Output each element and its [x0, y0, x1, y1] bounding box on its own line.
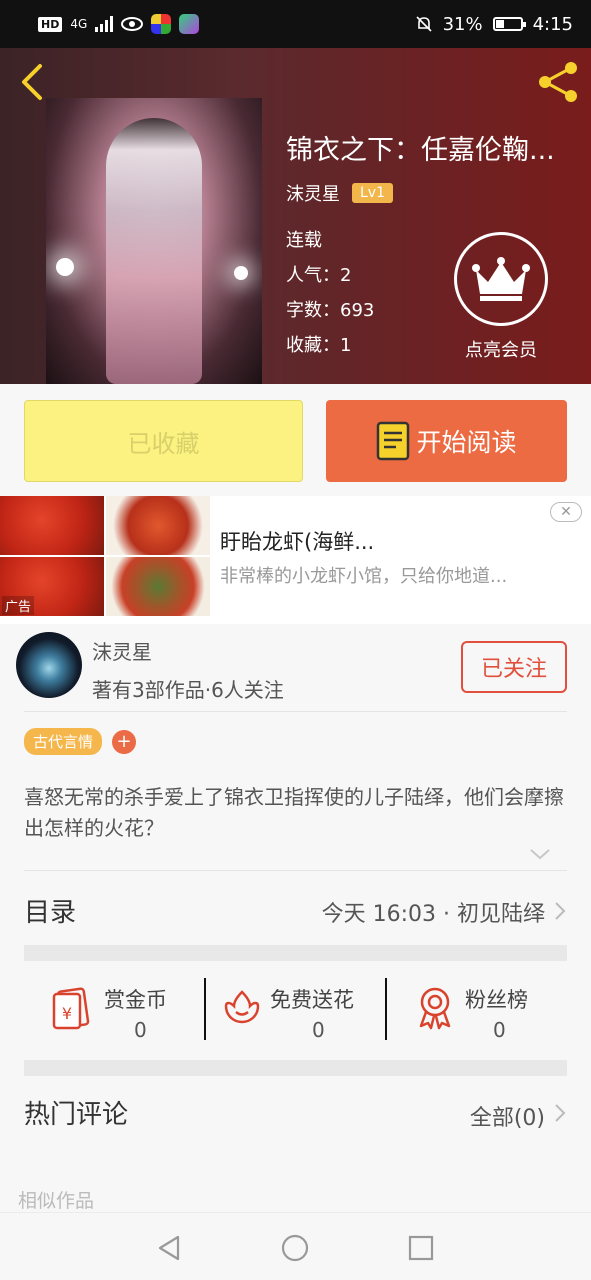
latest-chapter: 今天 16:03 · 初见陆绎 [321, 902, 545, 927]
vip-label: 点亮会员 [465, 340, 537, 361]
ad-close-button[interactable]: ✕ [550, 502, 582, 522]
fans-label: 粉丝榜 [465, 988, 528, 1012]
word-count: 字数：693 [286, 300, 375, 321]
battery-percent: 31% [442, 13, 483, 35]
book-author[interactable]: 沫灵星 [286, 180, 340, 206]
battery-level [495, 20, 504, 28]
mute-bell-icon [415, 16, 432, 32]
hd-indicator: HD [38, 16, 63, 32]
status-bar: HD 4G 31% 4:15 [0, 0, 591, 48]
fans-value: 0 [493, 1018, 506, 1042]
section-separator [24, 945, 567, 961]
favorites-count: 收藏：1 [286, 335, 352, 356]
all-comments-link[interactable]: 全部(0) [470, 1100, 545, 1132]
divider [24, 711, 567, 712]
fan-ranking-button[interactable]: 粉丝榜 0 [387, 968, 567, 1056]
popularity-count: 人气：2 [286, 265, 352, 286]
share-icon[interactable] [535, 60, 583, 104]
synopsis-text: 喜怒无常的杀手爱上了锦衣卫指挥使的儿子陆绎，他们会摩擦出怎样的火花？ [24, 785, 564, 840]
reward-coins-button[interactable]: ¥ 赏金币 0 [24, 968, 204, 1056]
book-detail-screen: HD 4G 31% 4:15 锦衣之下：任嘉伦鞠... 沫灵星 Lv1 连载 人… [0, 0, 591, 1280]
interaction-stats: ¥ 赏金币 0 免费送花 0 粉丝榜 0 [24, 968, 567, 1056]
table-of-contents-row[interactable]: 目录 今天 16:03 · 初见陆绎 [24, 892, 567, 934]
medal-icon [419, 987, 451, 1030]
reward-label: 赏金币 [104, 988, 167, 1012]
flowers-label: 免费送花 [270, 988, 354, 1012]
signal-icon [95, 16, 114, 32]
serial-status: 连载 [286, 230, 322, 251]
reward-value: 0 [134, 1018, 147, 1042]
start-reading-label: 开始阅读 [416, 428, 517, 457]
divider [24, 870, 567, 871]
ad-tag: 广告 [2, 596, 35, 615]
author-section: 沫灵星 著有3部作品·6人关注 已关注 [0, 624, 591, 710]
avatar[interactable] [16, 632, 82, 698]
battery-icon [492, 17, 526, 31]
book-cover-image [46, 98, 262, 384]
vip-button[interactable]: 点亮会员 [452, 232, 550, 362]
genre-tag[interactable]: 古代言情 [24, 728, 103, 755]
section-separator [24, 1060, 567, 1076]
chevron-down-icon[interactable] [528, 844, 552, 864]
clock: 4:15 [532, 13, 573, 35]
author-stats: 著有3部作品·6人关注 [92, 678, 284, 702]
chevron-right-icon [555, 902, 566, 920]
author-level-badge: Lv1 [352, 183, 393, 203]
follow-button[interactable]: 已关注 [461, 641, 567, 693]
nav-home-icon[interactable] [280, 1233, 310, 1263]
start-reading-button[interactable]: 开始阅读 [326, 400, 567, 482]
flowers-value: 0 [312, 1018, 325, 1042]
ad-banner[interactable]: 广告 盱眙龙虾(海鲜... 非常棒的小龙虾小馆，只给你地道... ✕ [0, 496, 591, 624]
similar-works-title: 相似作品 [18, 1190, 95, 1212]
tag-list: 古代言情 + [24, 728, 137, 755]
chevron-right-icon [555, 1104, 566, 1122]
crown-icon [472, 257, 530, 301]
nav-recents-icon[interactable] [406, 1233, 436, 1263]
book-title: 锦衣之下：任嘉伦鞠... [286, 135, 555, 166]
eye-icon [121, 17, 144, 31]
nav-back-icon[interactable] [154, 1233, 184, 1263]
book-icon [377, 421, 410, 461]
system-nav-bar [0, 1212, 591, 1280]
add-tag-button[interactable]: + [112, 729, 137, 754]
toc-title: 目录 [24, 898, 77, 928]
red-envelope-icon: ¥ [52, 987, 90, 1030]
action-bar: 已收藏 开始阅读 [0, 384, 591, 496]
ad-description: 非常棒的小龙虾小馆，只给你地道... [220, 566, 508, 587]
svg-text:¥: ¥ [62, 1004, 72, 1023]
favorited-button[interactable]: 已收藏 [24, 400, 303, 482]
hot-comments-row[interactable]: 热门评论 全部(0) [24, 1094, 567, 1136]
comments-title: 热门评论 [24, 1100, 129, 1130]
ad-title: 盱眙龙虾(海鲜... [220, 530, 375, 554]
author-name[interactable]: 沫灵星 [92, 636, 152, 665]
app-notification-icon [151, 14, 172, 34]
book-header: 锦衣之下：任嘉伦鞠... 沫灵星 Lv1 连载 人气：2 字数：693 收藏：1… [0, 48, 591, 384]
flower-icon [224, 990, 260, 1024]
video-app-icon [179, 14, 200, 34]
send-flowers-button[interactable]: 免费送花 0 [206, 968, 386, 1056]
network-type: 4G [70, 17, 88, 31]
